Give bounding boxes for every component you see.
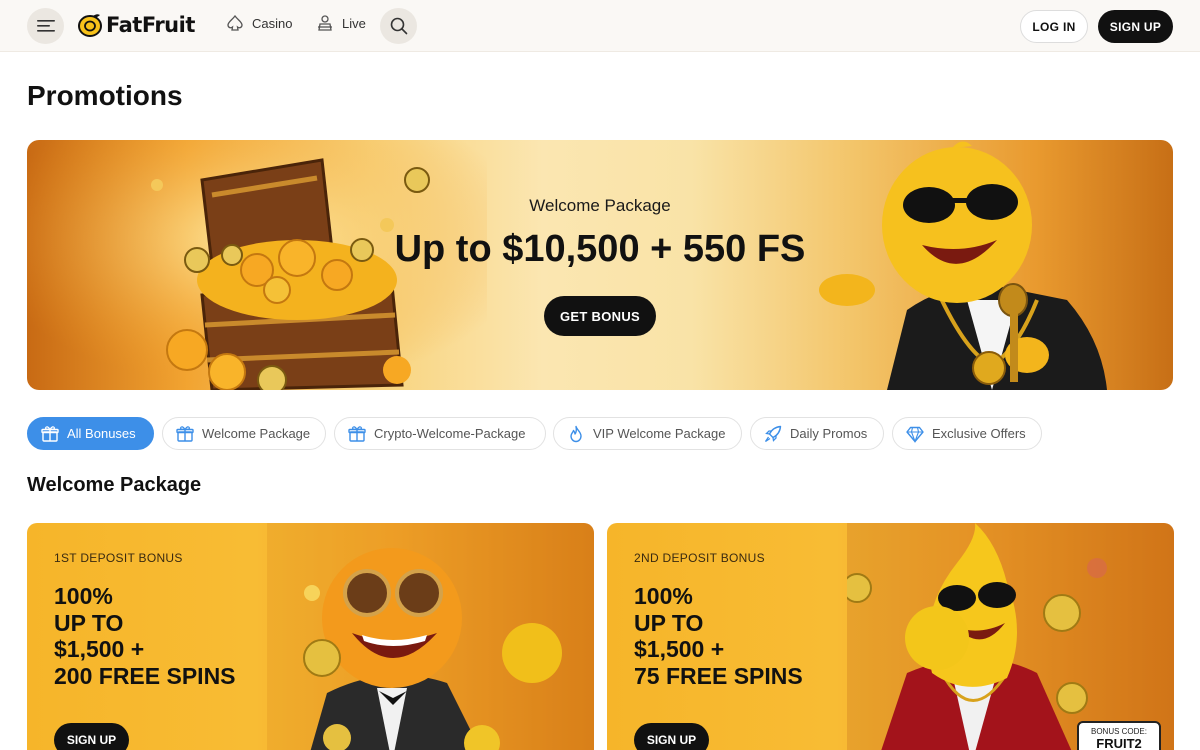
card-1-title: 100% UP TO $1,500 + 200 FREE SPINS xyxy=(54,583,304,689)
filter-daily-promos[interactable]: Daily Promos xyxy=(750,417,884,450)
logo-text: FatFruit xyxy=(106,13,195,37)
card-2-title-line: UP TO xyxy=(634,609,704,636)
promo-card-2nd-deposit[interactable]: 2ND DEPOSIT BONUS 100% UP TO $1,500 + 75… xyxy=(607,523,1174,750)
section-title: Welcome Package xyxy=(27,474,202,496)
card-1-title-line: 100% xyxy=(54,583,113,609)
card-2-label: 2ND DEPOSIT BONUS xyxy=(634,551,765,565)
page-title: Promotions xyxy=(27,80,183,111)
filter-vip-welcome-package-label: VIP Welcome Package xyxy=(593,426,726,441)
logo[interactable]: FatFruit xyxy=(77,12,195,38)
bonus-code-value: FRUIT2 xyxy=(1096,736,1142,750)
signup-button[interactable]: SIGN UP xyxy=(1098,10,1173,43)
filter-exclusive-offers[interactable]: Exclusive Offers xyxy=(892,417,1042,450)
filter-vip-welcome-package[interactable]: VIP Welcome Package xyxy=(553,417,742,450)
filter-all-bonuses[interactable]: All Bonuses xyxy=(27,417,154,450)
nav-live[interactable]: Live xyxy=(316,14,366,32)
card-2-title-line: 100% xyxy=(634,583,693,609)
card-1-title-line: $1,500 + xyxy=(54,636,145,662)
card-1-label: 1ST DEPOSIT BONUS xyxy=(54,551,183,565)
filter-welcome-package-label: Welcome Package xyxy=(202,426,311,441)
login-button[interactable]: LOG IN xyxy=(1020,10,1088,43)
menu-button[interactable] xyxy=(27,8,64,44)
card-2-signup-button[interactable]: SIGN UP xyxy=(634,723,709,750)
promo-card-1st-deposit[interactable]: 1ST DEPOSIT BONUS 100% UP TO $1,500 + 20… xyxy=(27,523,594,750)
search-icon xyxy=(390,17,407,35)
top-header: FatFruit Casino Live LOG IN SIGN UP xyxy=(0,0,1200,52)
nav-casino-label: Casino xyxy=(252,15,293,31)
diamond-icon xyxy=(906,426,924,443)
gift-icon xyxy=(348,425,366,442)
bonus-code-box[interactable]: BONUS CODE: FRUIT2 xyxy=(1077,721,1161,750)
lemon-mascot-illustration xyxy=(819,141,1107,390)
nav-live-label: Live xyxy=(342,15,366,31)
filter-all-bonuses-label: All Bonuses xyxy=(67,426,136,441)
nav-casino[interactable]: Casino xyxy=(226,14,292,32)
gift-icon xyxy=(176,425,194,442)
lemon-logo-icon xyxy=(78,14,102,37)
dealer-icon xyxy=(318,15,332,31)
card-2-title-line: 75 FREE SPINS xyxy=(634,662,803,689)
card-1-title-line: UP TO xyxy=(54,609,124,636)
card-2-title: 100% UP TO $1,500 + 75 FREE SPINS xyxy=(634,583,884,689)
flame-icon xyxy=(570,425,582,442)
get-bonus-button[interactable]: GET BONUS xyxy=(544,296,656,336)
filter-crypto-welcome-package[interactable]: Crypto-Welcome-Package xyxy=(334,417,546,450)
banana-mascot-illustration xyxy=(847,523,1174,750)
search-button[interactable] xyxy=(380,8,417,44)
card-1-signup-button[interactable]: SIGN UP xyxy=(54,723,129,750)
gift-icon xyxy=(41,425,59,442)
filter-daily-promos-label: Daily Promos xyxy=(790,426,868,441)
card-2-title-line: $1,500 + xyxy=(634,636,725,662)
filter-exclusive-offers-label: Exclusive Offers xyxy=(932,426,1026,441)
hamburger-icon xyxy=(36,20,55,32)
orange-mascot-illustration xyxy=(267,523,594,750)
card-1-title-line: 200 FREE SPINS xyxy=(54,662,236,689)
rocket-icon xyxy=(764,425,782,442)
filter-crypto-welcome-package-label: Crypto-Welcome-Package xyxy=(374,426,526,441)
bonus-code-label: BONUS CODE: xyxy=(1090,727,1147,736)
spade-icon xyxy=(227,14,243,31)
filter-welcome-package[interactable]: Welcome Package xyxy=(162,417,326,450)
hero-banner[interactable]: Welcome Package Up to $10,500 + 550 FS G… xyxy=(27,140,1173,390)
